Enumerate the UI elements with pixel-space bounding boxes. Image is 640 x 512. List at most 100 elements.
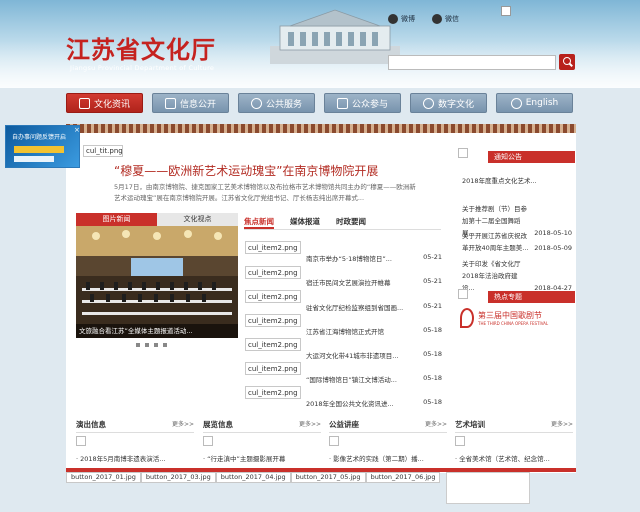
news-item-image[interactable]: cul_item2.png <box>245 290 301 303</box>
photo-news-image[interactable]: 文旅融合看江苏”全媒体主题报道活动... <box>76 226 238 338</box>
footer-button[interactable]: button_2017_03.jpg <box>140 472 216 483</box>
news-row[interactable]: “国际博物馆日”镇江文博活动... 05-18 <box>306 374 442 384</box>
news-item-image[interactable]: cul_item2.png <box>245 338 301 351</box>
section-checkbox[interactable] <box>76 436 86 446</box>
news-item-image[interactable]: cul_item2.png <box>245 386 301 399</box>
banner-title: 第三届中国歌剧节 <box>478 311 542 320</box>
section-checkbox[interactable] <box>203 436 213 446</box>
nav-item-english[interactable]: English <box>496 93 573 113</box>
notice-text: 2018年度重点文化艺术... <box>462 177 537 185</box>
museum-building-image <box>270 9 400 64</box>
floating-ad[interactable]: 自办事问题反馈开启 × <box>5 125 80 168</box>
news-row[interactable]: 2018年全国公共文化资讯进... 05-18 <box>306 398 442 408</box>
search-button[interactable] <box>559 54 575 70</box>
news-row[interactable]: 江苏省江海博物馆正式开馆 05-18 <box>306 326 442 336</box>
section-lectures: 公益讲座更多>> 影像艺术的实践（第二期）播... <box>329 419 447 463</box>
more-link[interactable]: 更多>> <box>172 419 194 430</box>
weibo-icon <box>388 14 398 24</box>
notice-item[interactable]: 2018年度重点文化艺术... <box>462 175 574 187</box>
site-title: 江苏省文化厅 <box>66 35 216 64</box>
news-item-image[interactable]: cul_item2.png <box>245 241 301 254</box>
more-link[interactable]: 更多>> <box>299 419 321 430</box>
carousel-dot[interactable] <box>154 343 158 347</box>
tab-media-reports[interactable]: 媒体报道 <box>290 216 320 229</box>
decorative-band <box>66 124 576 133</box>
site-title-en: Jiangsu Provincial Department of Culture <box>70 64 215 72</box>
nav-label: 信息公开 <box>179 99 216 110</box>
footer-button[interactable]: button_2017_01.jpg <box>66 472 141 483</box>
notice-checkbox[interactable] <box>458 148 468 158</box>
tab-focus-news[interactable]: 焦点新闻 <box>244 216 274 229</box>
news-title: 2018年全国公共文化资讯进... <box>306 400 394 408</box>
service-icon <box>250 97 262 109</box>
more-link[interactable]: 更多>> <box>425 419 447 430</box>
footer-button[interactable]: button_2017_04.jpg <box>215 472 291 483</box>
section-item[interactable]: 影像艺术的实践（第二期）播... <box>329 453 447 463</box>
document-icon <box>78 97 90 109</box>
news-date: 05-21 <box>423 277 442 285</box>
news-row[interactable]: 驻省文化厅纪检监察组到省国画... 05-21 <box>306 302 442 312</box>
more-link[interactable]: 更多>> <box>551 419 573 430</box>
news-row[interactable]: 南京市举办“5·18博物馆日”... 05-21 <box>306 253 442 263</box>
section-item[interactable]: 2018年5月南博非遗表演活... <box>76 453 194 463</box>
news-row[interactable]: 宿迁市民间文艺展演拉开帷幕 05-21 <box>306 277 442 287</box>
featured-headline[interactable]: “穆夏——欧洲新艺术运动瑰宝”在南京博物院开展 <box>114 162 378 179</box>
nav-item-info[interactable]: 信息公开 <box>152 93 229 113</box>
weibo-link[interactable]: 微博 <box>388 14 415 24</box>
section-title: 演出信息 更多>> <box>76 419 194 433</box>
carousel-dot[interactable] <box>163 343 167 347</box>
photo-tabs: 图片新闻 文化视点 <box>76 213 238 226</box>
notice-item[interactable]: 关于印发《省文化厅2018年法治政府建设... 2018-04-27 <box>462 258 574 294</box>
search-input[interactable] <box>388 55 556 70</box>
news-date: 05-18 <box>423 374 442 382</box>
news-item-image[interactable]: cul_item2.png <box>245 266 301 279</box>
section-checkbox[interactable] <box>329 436 339 446</box>
carousel-dot[interactable] <box>136 343 140 347</box>
section-item[interactable]: “行走滇中”主题摄影展开幕 <box>203 453 321 463</box>
section-item[interactable]: 全省美术馆（艺术馆、纪念馆... <box>455 453 573 463</box>
notice-item[interactable]: 关于开展江苏省庆祝改革开放40周年主题美... 2018-05-09 <box>462 230 574 254</box>
nav-item-participation[interactable]: 公众参与 <box>324 93 401 113</box>
featured-summary: 5月17日，由南京博物院、捷克国家工艺美术博物馆以及布拉格市艺术博物馆共同主办的… <box>114 183 416 202</box>
footer-button[interactable]: button_2017_05.jpg <box>290 472 366 483</box>
section-performances: 演出信息更多>> 2018年5月南博非遗表演活... <box>76 419 194 463</box>
section-title: 展览信息 更多>> <box>203 419 321 433</box>
notice-text: 关于开展江苏省庆祝改革开放40周年主题美... <box>462 232 529 252</box>
section-training: 艺术培训更多>> 全省美术馆（艺术馆、纪念馆... <box>455 419 573 463</box>
info-icon <box>164 97 176 109</box>
nav-item-news[interactable]: 文化资讯 <box>66 93 143 113</box>
weixin-label: 微信 <box>445 15 459 23</box>
section-checkbox[interactable] <box>455 436 465 446</box>
header-checkbox[interactable] <box>501 6 511 16</box>
news-title: 驻省文化厅纪检监察组到省国画... <box>306 304 404 312</box>
nav-item-services[interactable]: 公共服务 <box>238 93 315 113</box>
section-title: 公益讲座 更多>> <box>329 419 447 433</box>
news-date: 05-21 <box>423 302 442 310</box>
close-icon[interactable]: × <box>74 127 80 134</box>
opera-logo-icon <box>460 308 474 328</box>
footer-button[interactable]: button_2017_06.jpg <box>365 472 441 483</box>
footer-image-placeholder[interactable] <box>446 472 530 504</box>
nav-item-digital[interactable]: 数字文化 <box>410 93 487 113</box>
hot-checkbox[interactable] <box>458 289 468 299</box>
weixin-link[interactable]: 微信 <box>432 14 459 24</box>
notice-title: 通知公告 <box>488 151 575 163</box>
news-item-image[interactable]: cul_item2.png <box>245 314 301 327</box>
ad-bar <box>14 146 64 153</box>
featured-image[interactable]: cul_tit.png <box>83 145 123 157</box>
opera-festival-banner[interactable]: 第三届中国歌剧节 THE THIRD CHINA OPERA FESTIVAL <box>460 306 574 330</box>
section-title: 艺术培训 更多>> <box>455 419 573 433</box>
ad-text: 自办事问题反馈开启 <box>12 134 67 141</box>
news-row[interactable]: 大运河文化带41城市非遗项目... 05-18 <box>306 350 442 360</box>
news-item-image[interactable]: cul_item2.png <box>245 362 301 375</box>
tab-culture-view[interactable]: 文化视点 <box>157 213 238 226</box>
weibo-label: 微博 <box>401 15 415 23</box>
carousel-dot[interactable] <box>145 343 149 347</box>
cloud-icon <box>422 97 434 109</box>
news-date: 05-18 <box>423 398 442 406</box>
tab-photo-news[interactable]: 图片新闻 <box>76 213 157 226</box>
notice-text: 关于印发《省文化厅2018年法治政府建设... <box>462 260 521 292</box>
news-date: 05-18 <box>423 326 442 334</box>
news-title: 宿迁市民间文艺展演拉开帷幕 <box>306 279 391 287</box>
tab-political-news[interactable]: 时政要闻 <box>336 216 366 229</box>
